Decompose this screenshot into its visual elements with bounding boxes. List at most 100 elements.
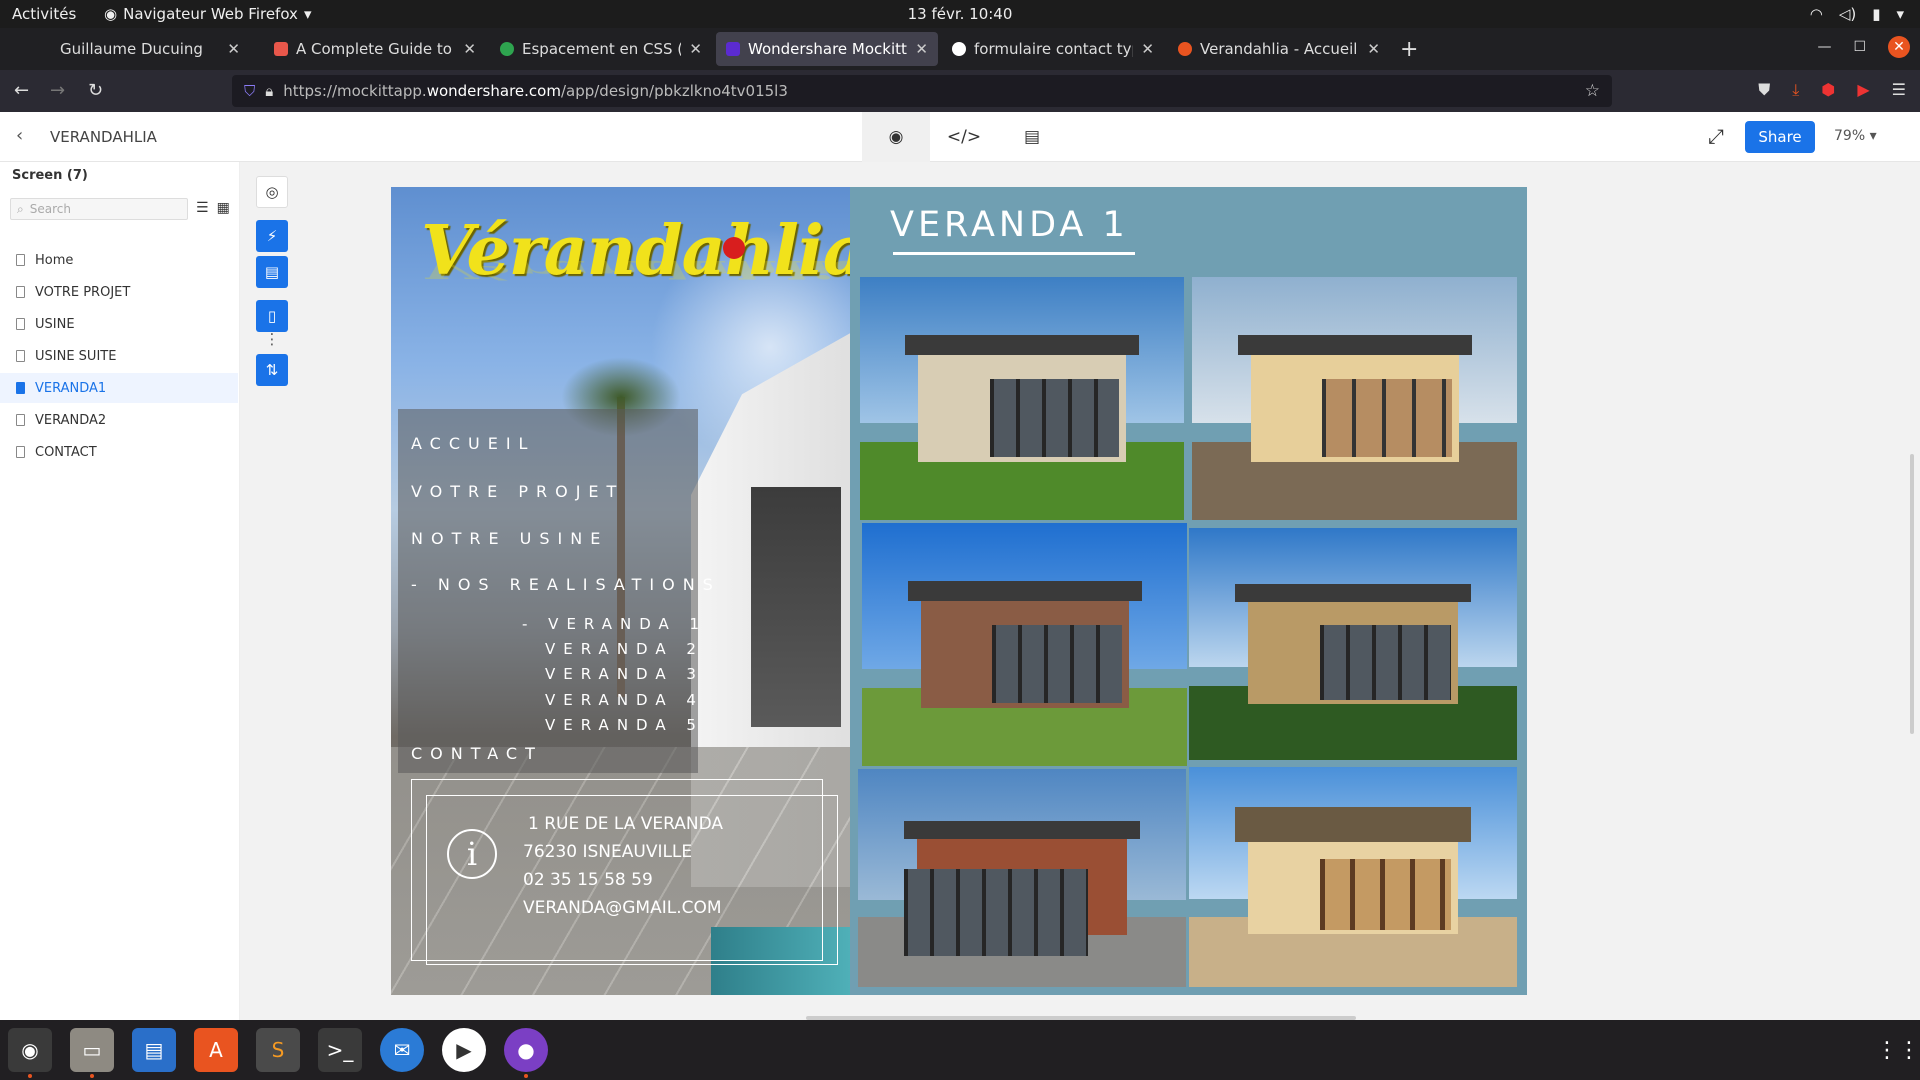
firefox-small-icon: ◉	[104, 5, 118, 23]
terminal-icon[interactable]: >_	[318, 1028, 362, 1072]
veranda-photo-2[interactable]	[1192, 277, 1517, 520]
writer-icon[interactable]: ▤	[132, 1028, 176, 1072]
device-icon[interactable]: ▯	[256, 300, 288, 332]
sublime-icon[interactable]: S	[256, 1028, 300, 1072]
page-icon	[16, 414, 25, 426]
files-icon[interactable]: ▭	[70, 1028, 114, 1072]
show-apps-grid-icon[interactable]: ⋮⋮⋮	[1876, 1038, 1920, 1063]
comment-icon[interactable]: ▤	[998, 112, 1066, 162]
target-icon[interactable]: ◎	[256, 176, 288, 208]
app-menu[interactable]: ◉ Navigateur Web Firefox ▾	[104, 5, 311, 23]
new-tab-icon[interactable]: +	[1400, 37, 1418, 62]
system-tray[interactable]: ◠ ◁) ▮ ▾	[1810, 5, 1904, 23]
player-icon[interactable]: ▶	[442, 1028, 486, 1072]
maximize-icon[interactable]: ☐	[1853, 39, 1866, 55]
tab-title: Espacement en CSS (padd	[522, 40, 681, 58]
forward-icon[interactable]: →	[50, 80, 65, 101]
grid-view-icon[interactable]: ▦	[217, 200, 230, 216]
menu-veranda-5[interactable]: VERANDA 5	[545, 716, 704, 734]
veranda-photo-1[interactable]	[860, 277, 1184, 520]
close-tab-icon[interactable]: ✕	[689, 40, 702, 58]
veranda-photo-5[interactable]	[858, 769, 1186, 987]
mockup-left-panel: Vérandahlia Vérandahlia ACCUEIL VOTRE PR…	[391, 187, 850, 995]
veranda-photo-3[interactable]	[862, 523, 1187, 766]
reload-icon[interactable]: ↻	[88, 80, 103, 101]
page-icon	[16, 254, 25, 266]
page-label: VERANDA1	[35, 380, 107, 396]
adblock-icon[interactable]: ⬢	[1821, 80, 1835, 100]
list-view-icon[interactable]: ☰	[196, 200, 209, 216]
favicon-icon	[726, 42, 740, 56]
menu-accueil[interactable]: ACCUEIL	[411, 434, 535, 453]
preview-eye-icon[interactable]: ◉	[862, 112, 930, 162]
bookmark-star-icon[interactable]: ☆	[1585, 81, 1600, 101]
toggle-on-icon[interactable]: ⇅	[256, 354, 288, 386]
menu-contact[interactable]: CONTACT	[411, 744, 543, 763]
window-controls: — ☐ ✕	[1817, 36, 1910, 58]
menu-veranda-3[interactable]: VERANDA 3	[545, 665, 704, 683]
notes-icon[interactable]: ▤	[256, 256, 288, 288]
logo-flower-icon	[723, 237, 745, 259]
menu-votre-projet[interactable]: VOTRE PROJET	[411, 482, 624, 501]
photo-glass	[1320, 625, 1452, 700]
shield-icon[interactable]: ⛉	[244, 82, 255, 100]
tab-mockitt[interactable]: Wondershare Mockitt - V ✕	[716, 32, 938, 66]
hamburger-menu-icon[interactable]: ☰	[1892, 80, 1906, 100]
page-item-home[interactable]: Home	[0, 245, 238, 275]
back-icon[interactable]: ←	[14, 80, 29, 101]
chevron-left-icon[interactable]: ‹	[16, 125, 23, 146]
veranda-photo-4[interactable]	[1189, 528, 1517, 760]
zoom-select[interactable]: 79% ▾	[1834, 128, 1877, 144]
interaction-bolt-icon[interactable]: ⚡	[256, 220, 288, 252]
close-window-icon[interactable]: ✕	[1888, 36, 1910, 58]
page-item-veranda2[interactable]: VERANDA2	[0, 405, 238, 435]
menu-veranda-4[interactable]: VERANDA 4	[545, 691, 704, 709]
editor-header: ‹ VERANDAHLIA ◉ </> ▤ ⤢ Share 79% ▾	[0, 112, 1920, 162]
minimize-icon[interactable]: —	[1817, 39, 1831, 55]
menu-notre-usine[interactable]: NOTRE USINE	[411, 529, 608, 548]
menu-veranda-1[interactable]: - VERANDA 1	[522, 615, 707, 633]
close-tab-icon[interactable]: ✕	[915, 40, 928, 58]
tab-title: Guillaume Ducuing	[60, 40, 203, 58]
fullscreen-icon[interactable]: ⤢	[1708, 124, 1724, 148]
activities-button[interactable]: Activités	[12, 5, 76, 23]
page-icon	[16, 318, 25, 330]
download-icon[interactable]: ⤓	[1792, 80, 1799, 100]
tab-formulaire[interactable]: formulaire contact type - ✕	[942, 32, 1164, 66]
menu-nos-realisations[interactable]: - NOS REALISATIONS	[411, 575, 721, 594]
pocket-icon[interactable]: ⛊	[1758, 80, 1770, 100]
lock-icon[interactable]: 🔒︎	[265, 82, 273, 100]
close-tab-icon[interactable]: ✕	[227, 40, 240, 58]
veranda-photo-6[interactable]	[1189, 767, 1517, 987]
extension-icon[interactable]: ▶	[1857, 80, 1869, 100]
page-label: USINE SUITE	[35, 348, 117, 364]
firefox-icon[interactable]: ◉	[8, 1028, 52, 1072]
tab-verandahlia[interactable]: Verandahlia - Accueil ✕	[1168, 32, 1390, 66]
vertical-scrollbar[interactable]	[1910, 454, 1914, 734]
tab-guillaume[interactable]: Guillaume Ducuing ✕	[28, 32, 250, 66]
code-icon[interactable]: </>	[930, 112, 998, 162]
battery-icon: ▮	[1872, 5, 1881, 23]
thunderbird-icon[interactable]: ✉	[380, 1028, 424, 1072]
favicon-icon	[274, 42, 288, 56]
share-button[interactable]: Share	[1745, 121, 1815, 153]
search-input[interactable]: ⌕ Search	[10, 198, 188, 220]
page-item-veranda1[interactable]: VERANDA1	[0, 373, 238, 403]
url-bar[interactable]: ⛉ 🔒︎ https://mockittapp.wondershare.com/…	[232, 75, 1612, 107]
tab-flexbox-guide[interactable]: A Complete Guide to Flex ✕	[264, 32, 486, 66]
search-placeholder: Search	[29, 202, 71, 216]
page-item-votre-projet[interactable]: VOTRE PROJET	[0, 277, 238, 307]
close-tab-icon[interactable]: ✕	[1141, 40, 1154, 58]
page-item-usine-suite[interactable]: USINE SUITE	[0, 341, 238, 371]
page-label: VOTRE PROJET	[35, 284, 131, 300]
menu-veranda-2[interactable]: VERANDA 2	[545, 640, 704, 658]
more-icon[interactable]: ⋮	[256, 330, 288, 348]
page-item-contact[interactable]: CONTACT	[0, 437, 238, 467]
tab-espacement-css[interactable]: Espacement en CSS (padd ✕	[490, 32, 712, 66]
navigation-bar: ← → ↻ ⛉ 🔒︎ https://mockittapp.wondershar…	[0, 70, 1920, 112]
software-icon[interactable]: A	[194, 1028, 238, 1072]
close-tab-icon[interactable]: ✕	[1367, 40, 1380, 58]
page-item-usine[interactable]: USINE	[0, 309, 238, 339]
close-tab-icon[interactable]: ✕	[463, 40, 476, 58]
github-icon[interactable]: ●	[504, 1028, 548, 1072]
